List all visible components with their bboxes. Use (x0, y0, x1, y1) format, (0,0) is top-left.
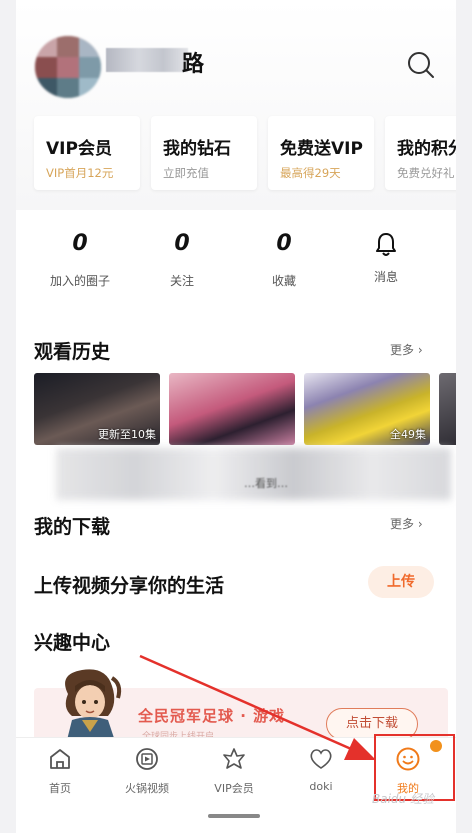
stat-following[interactable]: 0 关注 (132, 228, 232, 289)
card-subtitle: 立即充值 (163, 166, 209, 180)
card-title: 我的积分 (397, 139, 456, 159)
card-subtitle: 免费兑好礼 (397, 166, 455, 180)
downloads-more-link[interactable]: 更多 › (390, 515, 423, 532)
card-subtitle: 最高得29天 (280, 166, 341, 180)
nav-label: VIP会员 (214, 782, 254, 795)
history-thumbnail[interactable]: 全49集 (304, 373, 430, 445)
username-blurred (106, 48, 188, 72)
search-icon[interactable] (404, 48, 438, 82)
film-icon (136, 748, 158, 770)
episode-badge: 更新至10集 (98, 428, 156, 441)
diamond-card[interactable]: 我的钻石 立即充值 (151, 116, 257, 190)
interest-title: 兴趣中心 (34, 632, 111, 654)
stat-label: 消息 (373, 270, 398, 284)
blurred-titles (56, 448, 451, 500)
history-title: 观看历史 (34, 341, 111, 363)
stat-favorites[interactable]: 0 收藏 (234, 228, 334, 289)
episode-badge: 全49集 (390, 428, 426, 441)
upload-button[interactable]: 上传 (368, 566, 434, 598)
nav-home[interactable]: 首页 (16, 746, 104, 796)
banner-headline: 全民冠军足球 · 游戏 (138, 707, 286, 725)
watermark: Baidu 经验 (372, 792, 434, 806)
stat-messages[interactable]: 消息 (336, 228, 436, 285)
card-subtitle: VIP首月12元 (46, 166, 114, 180)
card-title: VIP会员 (46, 139, 112, 159)
stat-value: 0 (72, 231, 88, 256)
nav-label: 火锅视频 (125, 782, 169, 795)
nav-doki[interactable]: doki (277, 746, 365, 793)
profile-page: 路 VIP会员 VIP首月12元 我的钻石 立即充值 免费送VIP 最高得29天… (16, 0, 456, 833)
vip-cards: VIP会员 VIP首月12元 我的钻石 立即充值 免费送VIP 最高得29天 我… (34, 116, 456, 192)
nav-label: 首页 (49, 782, 71, 795)
card-title: 我的钻石 (163, 139, 231, 159)
blurred-caption: …看到… (244, 477, 288, 490)
bell-icon (376, 233, 396, 256)
stat-circles[interactable]: 0 加入的圈子 (30, 228, 130, 289)
downloads-title[interactable]: 我的下载 (34, 512, 110, 539)
points-card[interactable]: 我的积分 免费兑好礼 (385, 116, 456, 190)
crown-icon (223, 748, 245, 769)
heart-icon (310, 749, 332, 769)
history-thumbnail[interactable]: 更新至10集 (34, 373, 160, 445)
history-thumbnail[interactable] (169, 373, 295, 445)
nav-label: doki (309, 780, 333, 793)
stat-value: 0 (276, 231, 292, 256)
username[interactable]: 路 (182, 46, 204, 78)
game-character-image (65, 669, 122, 744)
home-indicator[interactable] (208, 814, 260, 818)
stat-value: 0 (174, 231, 190, 256)
stats-row: 0 加入的圈子 0 关注 0 收藏 消息 (16, 228, 456, 308)
card-title: 免费送VIP (280, 139, 363, 159)
free-vip-card[interactable]: 免费送VIP 最高得29天 (268, 116, 374, 190)
stat-label: 收藏 (271, 274, 296, 288)
avatar[interactable] (35, 36, 101, 98)
vip-card[interactable]: VIP会员 VIP首月12元 (34, 116, 140, 190)
nav-hotpot-video[interactable]: 火锅视频 (103, 746, 191, 796)
stat-label: 加入的圈子 (49, 274, 110, 288)
history-thumbnail[interactable] (439, 373, 456, 445)
nav-vip[interactable]: VIP会员 (190, 746, 278, 796)
home-icon (50, 749, 70, 769)
history-list: 更新至10集 全49集 (34, 373, 456, 445)
upload-title: 上传视频分享你的生活 (34, 575, 225, 597)
history-more-link[interactable]: 更多 › (390, 341, 423, 358)
stat-label: 关注 (169, 274, 194, 288)
